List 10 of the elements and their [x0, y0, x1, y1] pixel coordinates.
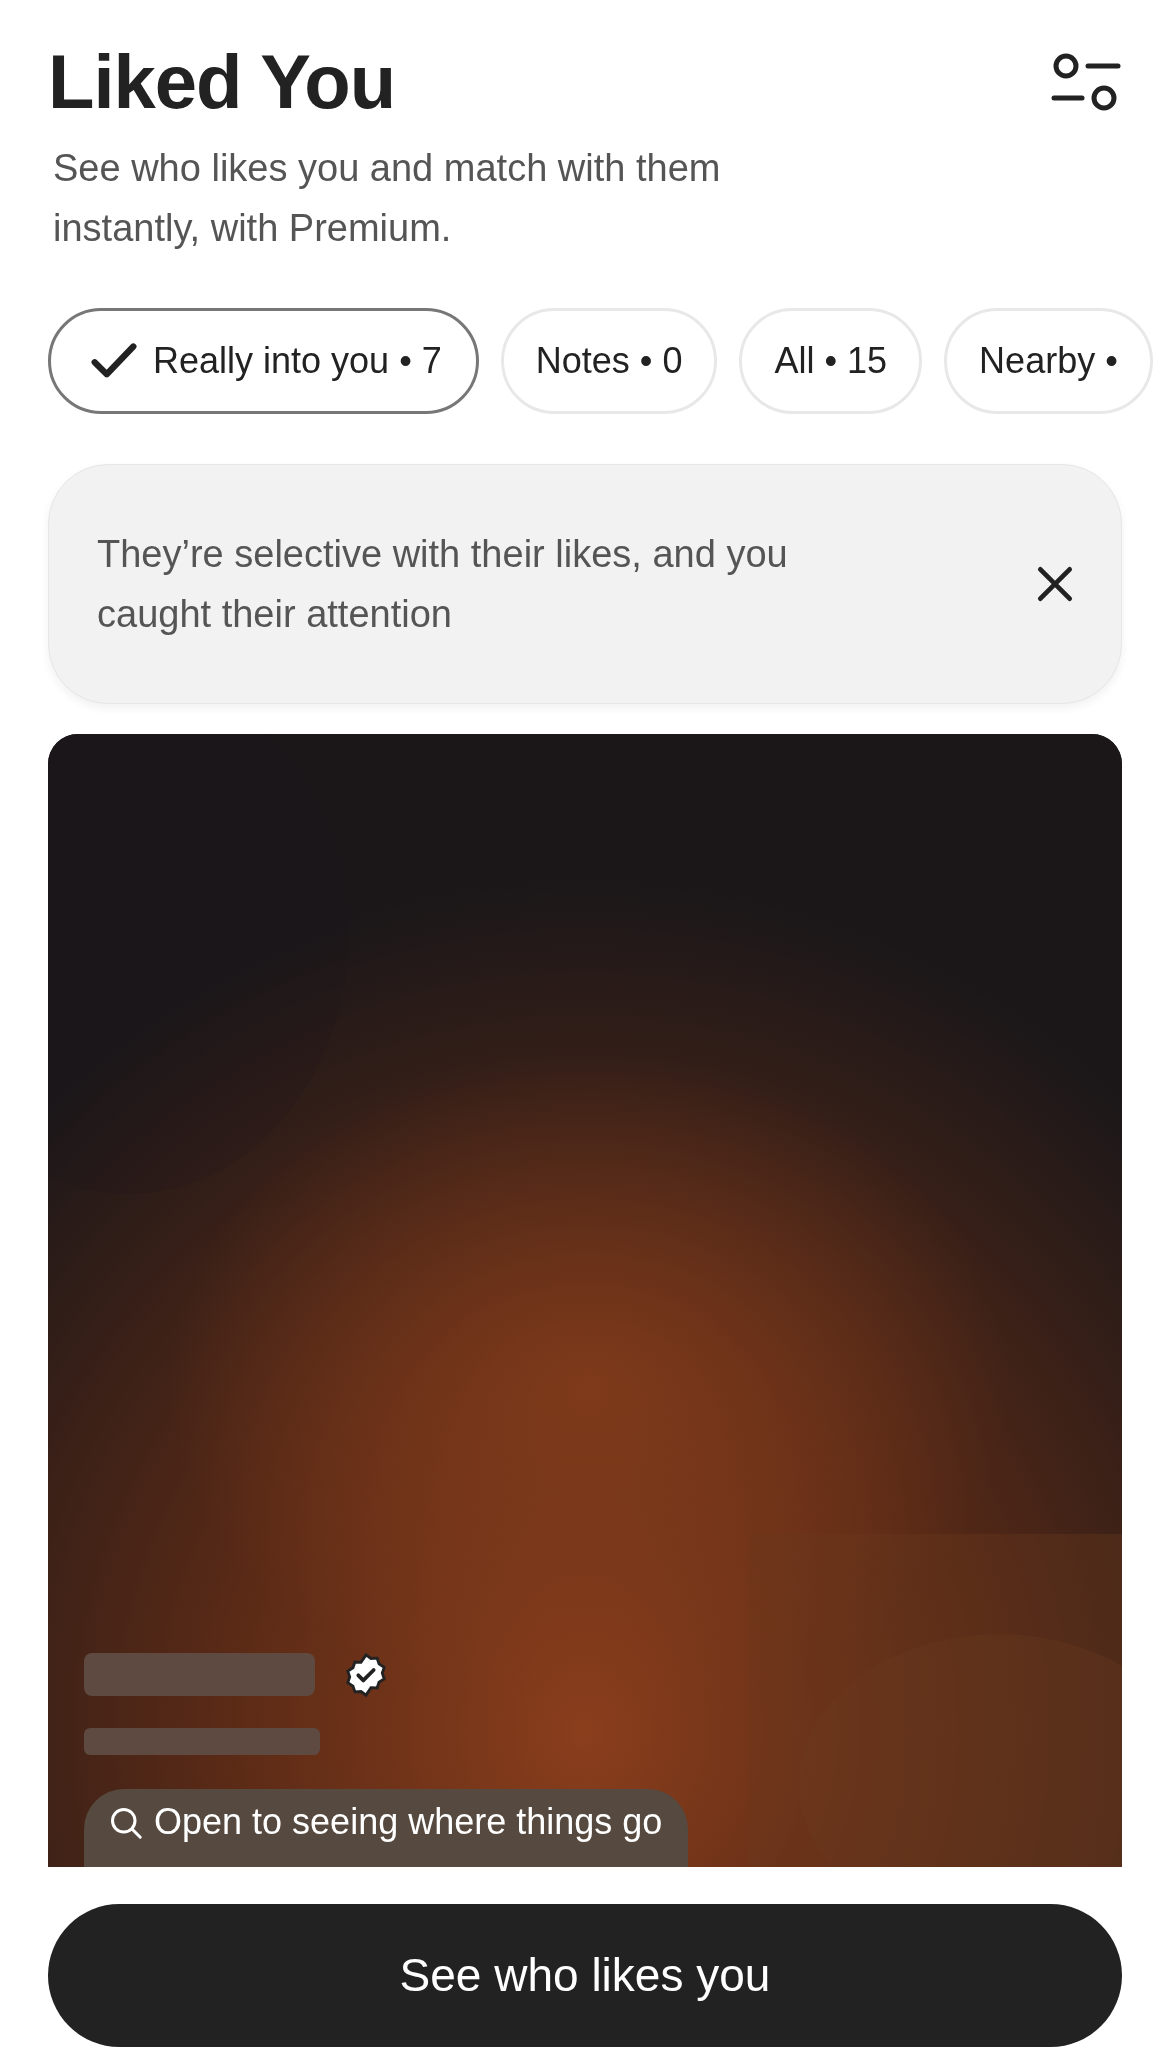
banner-text: They’re selective with their likes, and you caught their attention [97, 531, 789, 637]
filter-chip[interactable]: Nearby • [944, 307, 1153, 414]
subtitle: See who likes you and match with them instantly, with Premium. [52, 145, 722, 251]
filter-chip[interactable]: Notes • 0 [500, 307, 718, 414]
see-who-likes-you-button[interactable]: See who likes you [48, 1903, 1122, 2047]
profile-card[interactable]: Open to seeing where things go [48, 733, 1122, 1867]
filter-chip[interactable]: All • 15 [739, 307, 923, 414]
filter-chip[interactable]: Really into you • 7 [48, 307, 479, 414]
prompt-text: Open to seeing where things go [154, 1799, 663, 1844]
page-title: Liked You [48, 40, 396, 124]
